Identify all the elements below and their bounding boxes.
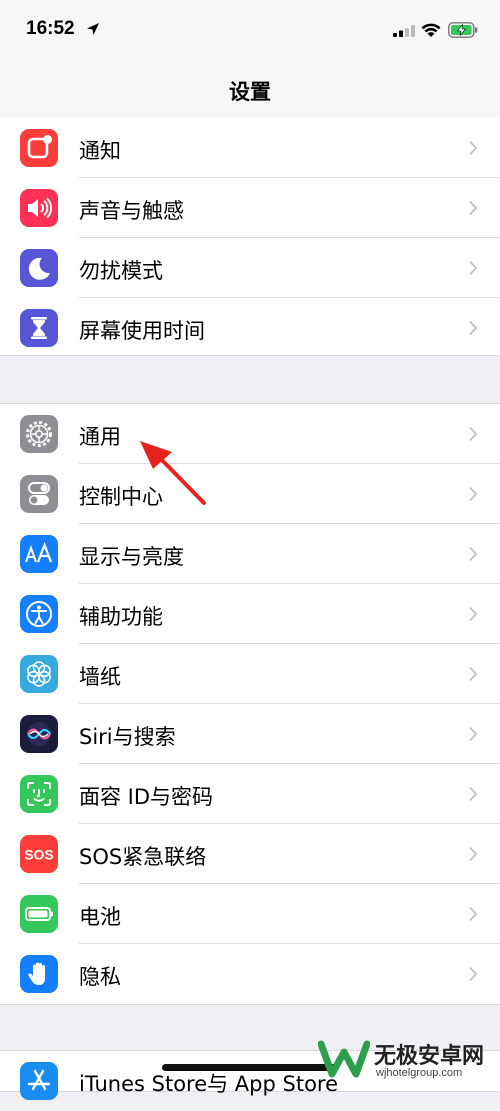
wallpaper-flower-icon <box>20 655 58 693</box>
wifi-icon <box>421 23 441 37</box>
chevron-right-icon <box>469 906 478 922</box>
row-label: SOS紧急联络 <box>79 845 207 869</box>
settings-row-wallpaper[interactable]: 墙纸 <box>0 644 500 704</box>
moon-icon <box>20 249 58 287</box>
battery-charging-icon <box>448 22 478 38</box>
row-label: 屏幕使用时间 <box>79 319 205 343</box>
sos-icon: SOS <box>20 835 58 873</box>
location-arrow-icon <box>87 23 99 35</box>
chevron-right-icon <box>469 140 478 156</box>
svg-text:SOS: SOS <box>24 847 54 863</box>
row-label: 勿扰模式 <box>79 259 163 283</box>
page-title: 设置 <box>229 80 271 104</box>
chevron-right-icon <box>469 786 478 802</box>
settings-row-battery[interactable]: 电池 <box>0 884 500 944</box>
home-indicator <box>162 1064 338 1071</box>
battery-icon <box>20 895 58 933</box>
settings-row-sounds[interactable]: 声音与触感 <box>0 178 500 238</box>
hand-icon <box>20 955 58 993</box>
row-label: 面容 ID与密码 <box>79 785 214 809</box>
settings-row-display-brightness[interactable]: 显示与亮度 <box>0 524 500 584</box>
chevron-right-icon <box>469 666 478 682</box>
row-label: iTunes Store与 App Store <box>79 1072 339 1096</box>
watermark: 无极安卓网 wjhotelgroup.com <box>316 1036 500 1083</box>
navigation-bar: 设置 <box>0 62 500 119</box>
settings-row-notifications[interactable]: 通知 <box>0 118 500 178</box>
app-store-icon <box>20 1062 58 1100</box>
chevron-right-icon <box>469 260 478 276</box>
settings-row-face-id-passcode[interactable]: 面容 ID与密码 <box>0 764 500 824</box>
status-bar: 16:52 <box>0 0 500 62</box>
settings-group-1: 通知 声音与触感 勿扰模式 屏幕使用时间 <box>0 118 500 356</box>
row-label: 辅助功能 <box>79 605 163 629</box>
chevron-right-icon <box>469 320 478 336</box>
settings-row-control-center[interactable]: 控制中心 <box>0 464 500 524</box>
row-label: 通用 <box>79 425 121 449</box>
row-label: 控制中心 <box>79 485 163 509</box>
settings-row-privacy[interactable]: 隐私 <box>0 944 500 1004</box>
row-label: 墙纸 <box>79 665 121 689</box>
chevron-right-icon <box>469 200 478 216</box>
settings-row-general[interactable]: 通用 <box>0 404 500 464</box>
face-id-icon <box>20 775 58 813</box>
settings-row-accessibility[interactable]: 辅助功能 <box>0 584 500 644</box>
gear-icon <box>20 415 58 453</box>
watermark-name: 无极安卓网 <box>374 1044 485 1069</box>
settings-row-do-not-disturb[interactable]: 勿扰模式 <box>0 238 500 298</box>
settings-row-siri-search[interactable]: Siri与搜索 <box>0 704 500 764</box>
row-label: 显示与亮度 <box>79 545 184 569</box>
status-time: 16:52 <box>26 18 75 39</box>
chevron-right-icon <box>469 966 478 982</box>
settings-row-emergency-sos[interactable]: SOS SOS紧急联络 <box>0 824 500 884</box>
cellular-signal-icon <box>393 25 415 37</box>
row-label: Siri与搜索 <box>79 725 176 749</box>
chevron-right-icon <box>469 546 478 562</box>
siri-icon <box>20 715 58 753</box>
row-label: 电池 <box>79 905 121 929</box>
hourglass-icon <box>20 309 58 347</box>
sounds-icon <box>20 189 58 227</box>
chevron-right-icon <box>469 726 478 742</box>
settings-row-screen-time[interactable]: 屏幕使用时间 <box>0 298 500 358</box>
accessibility-icon <box>20 595 58 633</box>
chevron-right-icon <box>469 606 478 622</box>
row-label: 通知 <box>79 139 121 163</box>
notifications-icon <box>20 129 58 167</box>
display-aa-icon <box>20 535 58 573</box>
chevron-right-icon <box>469 486 478 502</box>
row-label: 隐私 <box>79 965 121 989</box>
settings-group-2: 通用 控制中心 显示与亮度 辅助功能 墙纸 Siri与搜索 面容 ID与密码 S… <box>0 403 500 1005</box>
row-label: 声音与触感 <box>79 199 184 223</box>
toggles-icon <box>20 475 58 513</box>
watermark-logo-icon <box>318 1040 370 1078</box>
chevron-right-icon <box>469 426 478 442</box>
watermark-url: wjhotelgroup.com <box>376 1067 463 1079</box>
chevron-right-icon <box>469 846 478 862</box>
